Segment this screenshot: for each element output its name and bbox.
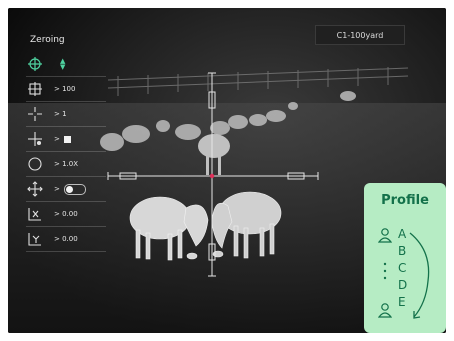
menu-item-y-axis[interactable]: > 0.00 [26,227,106,252]
toggle-knob [65,185,73,193]
menu-item-value: > 1.0X [54,160,79,168]
y-axis-icon [26,230,44,248]
zeroing-menu: ▲ ▼ > 100 > 1 > > 1.0X > > 0.00 > 0.00 [26,52,106,252]
menu-item-reticle-color[interactable]: > [26,127,106,152]
menu-item-x-axis[interactable]: > 0.00 [26,202,106,227]
menu-item-zero-reticle[interactable]: ▲ ▼ [26,52,106,77]
color-swatch [63,135,71,143]
reticle-type-icon [26,105,44,123]
chevron-stack-icon: ▲ ▼ [60,57,66,71]
menu-title: Zeroing [30,35,65,45]
menu-item-distance[interactable]: > 100 [26,77,106,102]
menu-item-value: > 0.00 [54,210,78,218]
profile-badge: C1-100yard [315,25,405,45]
user-icon [378,303,392,318]
cycle-arrow-icon [409,232,430,319]
profile-panel: Profile A B C D E [364,183,446,333]
profile-title: Profile [381,193,429,208]
menu-item-value: > 0.00 [54,235,78,243]
zero-point-dot [209,173,215,179]
freeze-icon [26,180,44,198]
zero-reticle-icon [26,55,44,73]
menu-item-freeze[interactable]: > [26,177,106,202]
reticle-color-icon [26,130,44,148]
menu-item-value: > [54,135,60,143]
menu-item-zoom[interactable]: > 1.0X [26,152,106,177]
distance-icon [26,80,44,98]
x-axis-icon [26,205,44,223]
menu-item-value: > 100 [54,85,76,93]
zoom-circle-icon [26,155,44,173]
menu-item-value: > [54,185,60,193]
toggle-switch[interactable] [63,183,86,195]
menu-item-reticle-type[interactable]: > 1 [26,102,106,127]
user-icon [378,228,392,243]
ellipsis-vertical-icon [383,262,387,280]
menu-item-value: > 1 [54,110,67,118]
